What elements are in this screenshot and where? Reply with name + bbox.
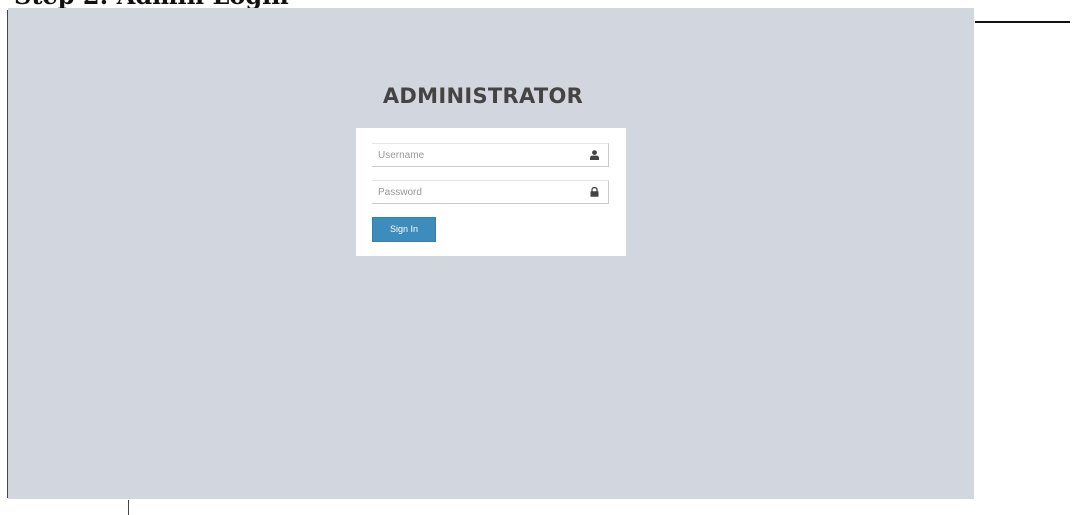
step-heading: Step 2: Admin Login [14,0,289,8]
login-box: Sign In [356,128,626,256]
bottom-tick-line [128,500,129,515]
admin-title: ADMINISTRATOR [382,84,584,108]
document-page: Step 2: Admin Login ADMINISTRATOR Sign I… [0,0,1087,515]
heading-rule [975,21,1070,23]
lock-icon [590,187,599,197]
username-input[interactable] [372,144,588,166]
password-input[interactable] [372,181,588,203]
password-field [372,180,609,204]
user-icon [590,150,599,160]
username-field [372,143,609,167]
login-screenshot: ADMINISTRATOR Sign In [8,8,974,499]
sign-in-button[interactable]: Sign In [372,217,436,242]
